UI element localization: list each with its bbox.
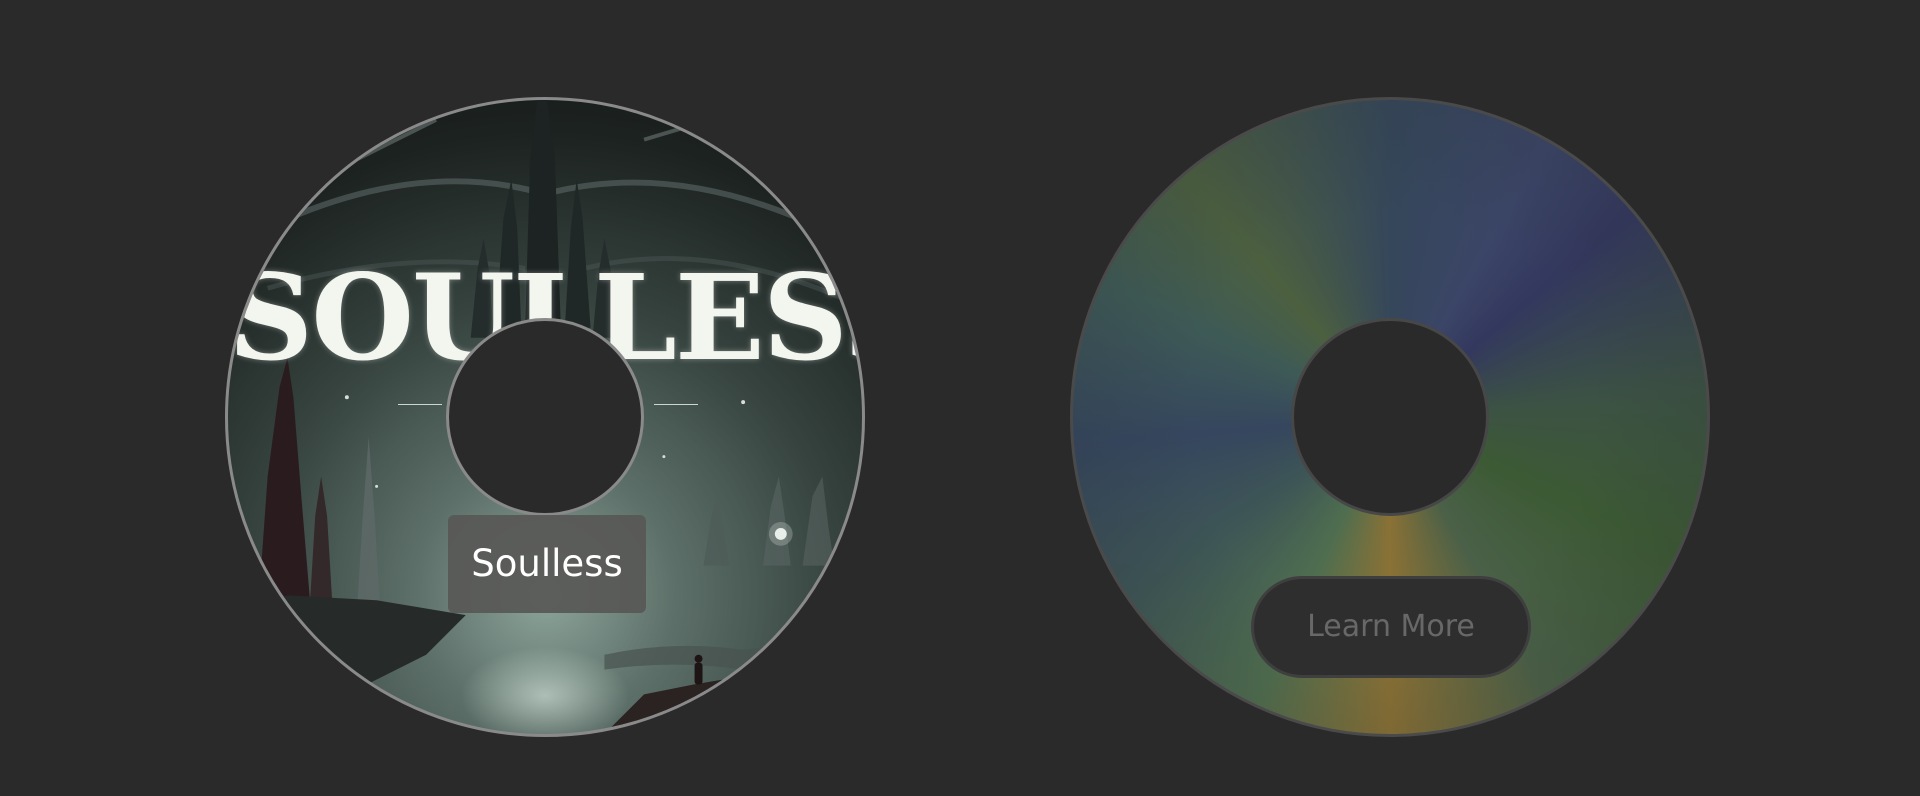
disc-center-hole <box>1291 318 1489 516</box>
disc-center-hole <box>446 318 644 516</box>
page: SOULLESS C N Soulless Learn More <box>0 0 1920 796</box>
game-title-label: Soulless <box>448 515 646 613</box>
placeholder-disc[interactable]: Learn More <box>1070 97 1710 737</box>
learn-more-button[interactable]: Learn More <box>1251 576 1531 678</box>
game-disc-soulless[interactable]: SOULLESS C N Soulless <box>225 97 865 737</box>
